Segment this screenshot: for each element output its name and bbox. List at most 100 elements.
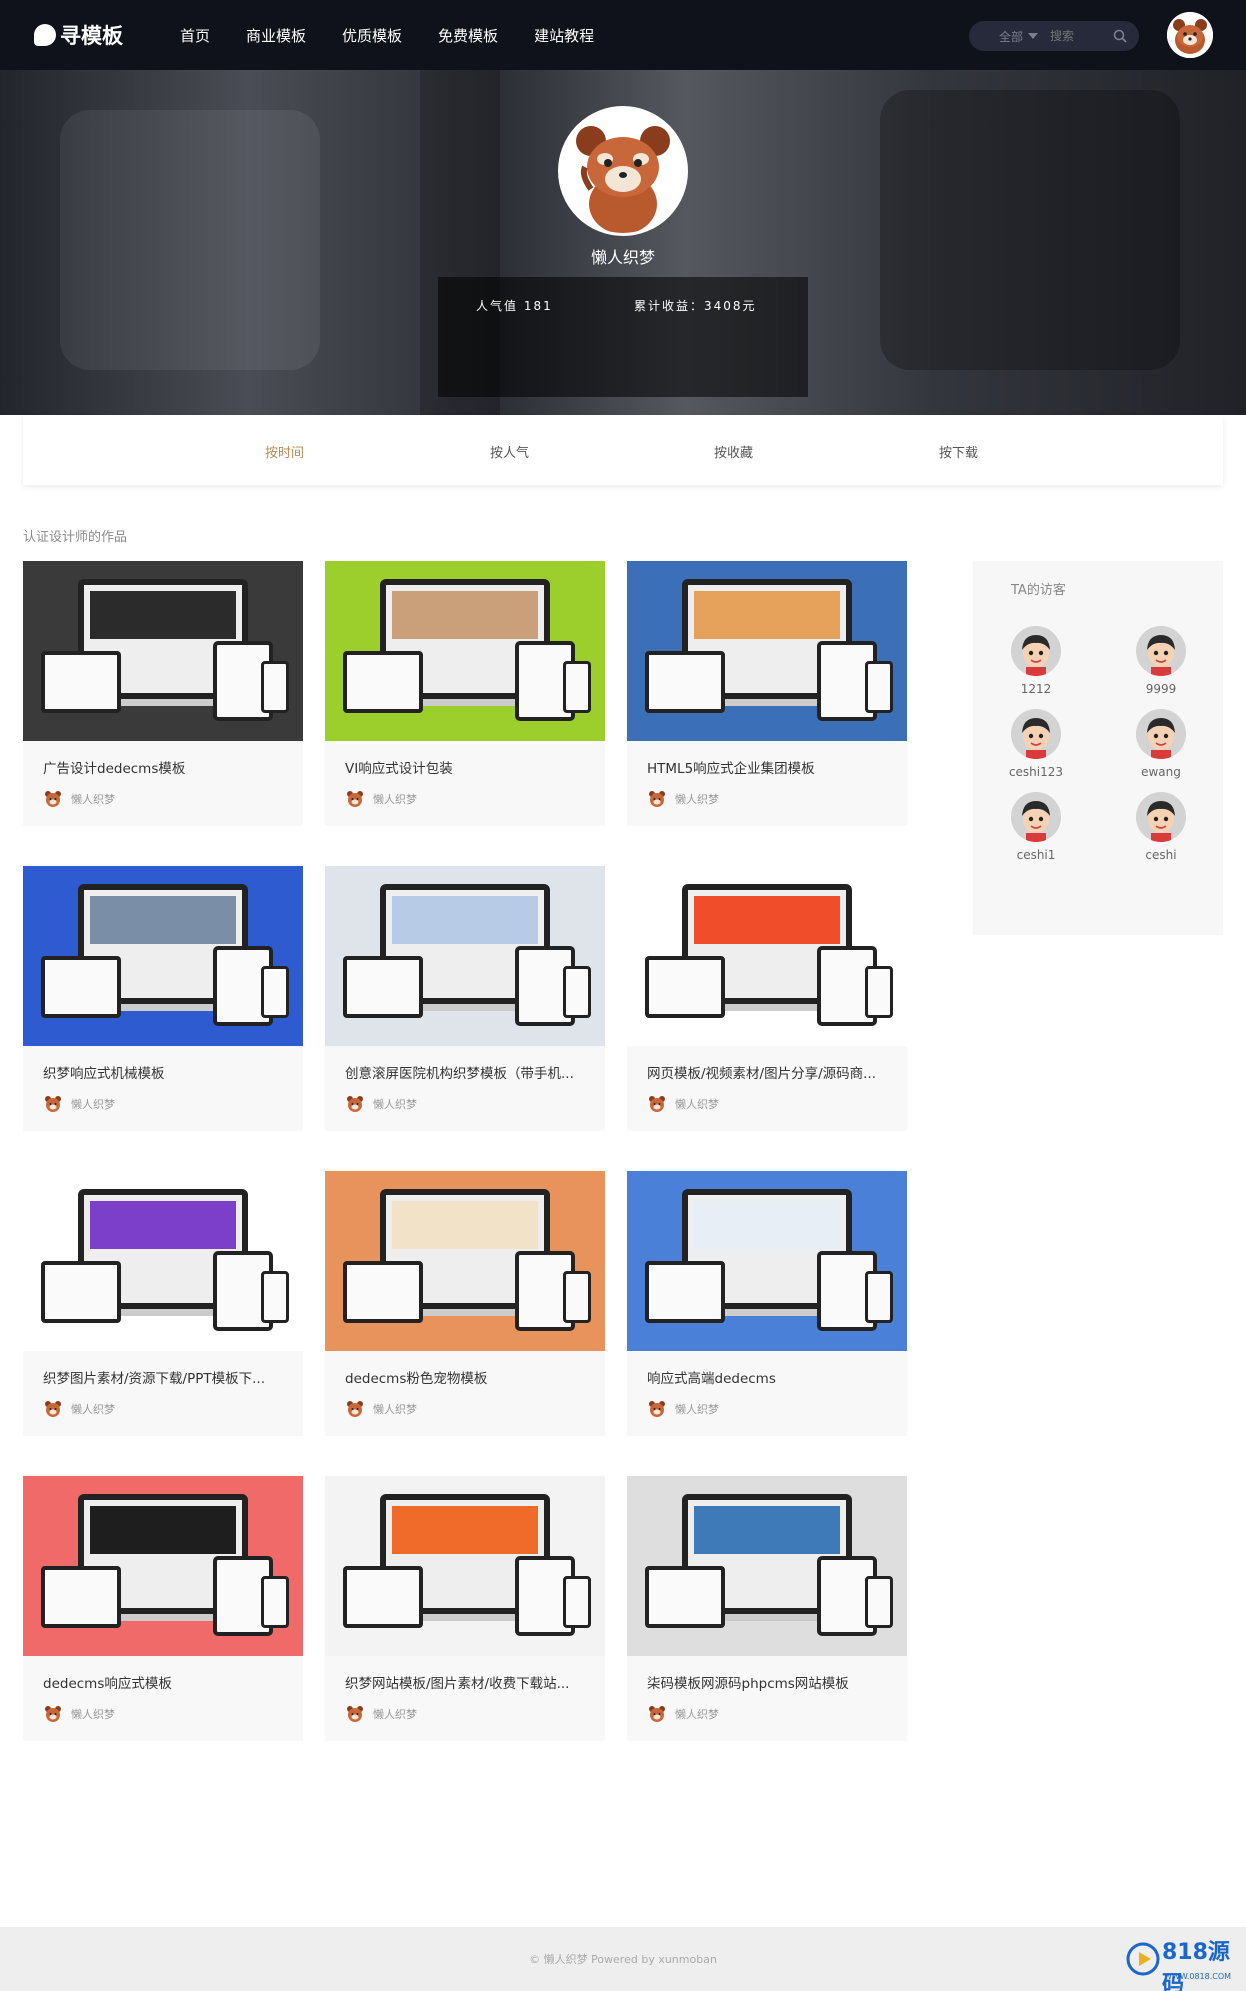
section-title: 认证设计师的作品 [23,530,128,545]
template-author[interactable]: 懒人织梦 [647,789,719,809]
nav-link-home[interactable]: 首页 [180,25,210,46]
template-card[interactable]: HTML5响应式企业集团模板懒人织梦 [627,561,907,826]
template-thumbnail[interactable] [325,1476,605,1656]
template-thumbnail[interactable] [325,1171,605,1351]
earnings-stat: 累计收益：3408元 [634,299,757,313]
template-author[interactable]: 懒人织梦 [647,1704,719,1724]
template-author[interactable]: 懒人织梦 [345,789,417,809]
template-card[interactable]: 响应式高端dedecms 懒人织梦 [627,1171,907,1436]
phone-mockup [563,661,591,713]
template-card[interactable]: 织梦网站模板/图片素材/收费下载站... 懒人织梦 [325,1476,605,1741]
template-author[interactable]: 懒人织梦 [43,1704,115,1724]
visitor-name[interactable]: ceshi1 [996,848,1076,862]
template-thumbnail[interactable] [23,1171,303,1351]
template-card[interactable]: 织梦图片素材/资源下载/PPT模板下... 懒人织梦 [23,1171,303,1436]
author-name: 懒人织梦 [675,1403,719,1416]
template-author[interactable]: 懒人织梦 [647,1094,719,1114]
phone-mockup [563,1271,591,1323]
template-author[interactable]: 懒人织梦 [345,1704,417,1724]
template-title[interactable]: VI响应式设计包装 [345,757,585,777]
template-thumbnail[interactable] [627,866,907,1046]
visitor-name[interactable]: 9999 [1121,682,1201,696]
template-title[interactable]: 创意滚屏医院机构织梦模板（带手机... [345,1062,585,1082]
user-avatar[interactable] [1167,12,1213,58]
popularity-stat: 人气值 181 [476,299,553,313]
cartoon-boy-avatar-icon [1011,709,1061,759]
template-thumbnail[interactable] [23,866,303,1046]
template-title[interactable]: 柒码模板网源码phpcms网站模板 [647,1672,887,1692]
search-category-select[interactable]: 全部 [999,28,1023,45]
phone-mockup [563,966,591,1018]
nav-link-free[interactable]: 免费模板 [438,25,498,46]
visitor-item[interactable]: ceshi [1121,792,1201,862]
template-card[interactable]: dedecms粉色宠物模板 懒人织梦 [325,1171,605,1436]
template-title[interactable]: dedecms响应式模板 [43,1672,283,1692]
template-card[interactable]: 柒码模板网源码phpcms网站模板 懒人织梦 [627,1476,907,1741]
template-thumbnail[interactable] [627,1476,907,1656]
template-thumbnail[interactable] [23,1476,303,1656]
visitor-item[interactable]: 9999 [1121,626,1201,696]
template-thumbnail[interactable] [325,561,605,741]
visitor-item[interactable]: ceshi1 [996,792,1076,862]
tab-sort-popularity[interactable]: 按人气 [490,442,529,461]
template-thumbnail[interactable] [627,1171,907,1351]
visitor-name[interactable]: ewang [1121,765,1201,779]
visitor-avatar[interactable] [1011,792,1061,842]
nav-link-commercial[interactable]: 商业模板 [246,25,306,46]
template-author[interactable]: 懒人织梦 [43,1094,115,1114]
tab-sort-downloads[interactable]: 按下载 [939,442,978,461]
visitor-name[interactable]: ceshi123 [996,765,1076,779]
tab-sort-time[interactable]: 按时间 [265,442,304,461]
template-card[interactable]: VI响应式设计包装 懒人织梦 [325,561,605,826]
visitor-avatar[interactable] [1136,792,1186,842]
author-name: 懒人织梦 [71,1098,115,1111]
nav-link-premium[interactable]: 优质模板 [342,25,402,46]
cartoon-boy-avatar-icon [1136,626,1186,676]
template-thumbnail[interactable] [325,866,605,1046]
template-author[interactable]: 懒人织梦 [345,1399,417,1419]
visitor-avatar[interactable] [1136,709,1186,759]
template-card[interactable]: 网页模板/视频素材/图片分享/源码商... 懒人织梦 [627,866,907,1131]
author-name: 懒人织梦 [675,793,719,806]
visitor-avatar[interactable] [1011,626,1061,676]
template-title[interactable]: HTML5响应式企业集团模板 [647,757,887,777]
visitor-avatar[interactable] [1136,626,1186,676]
visitor-item[interactable]: 1212 [996,626,1076,696]
template-title[interactable]: 网页模板/视频素材/图片分享/源码商... [647,1062,887,1082]
template-card[interactable]: 广告设计dedecms模板懒人织梦 [23,561,303,826]
phone-mockup [865,966,893,1018]
tab-sort-favorites[interactable]: 按收藏 [714,442,753,461]
template-card[interactable]: 创意滚屏医院机构织梦模板（带手机... 懒人织梦 [325,866,605,1131]
red-panda-avatar-icon [45,1401,61,1417]
template-author[interactable]: 懒人织梦 [43,1399,115,1419]
template-thumbnail[interactable] [627,561,907,741]
template-title[interactable]: 织梦图片素材/资源下载/PPT模板下... [43,1367,283,1387]
template-title[interactable]: 织梦网站模板/图片素材/收费下载站... [345,1672,585,1692]
visitor-name[interactable]: 1212 [996,682,1076,696]
site-logo[interactable]: 寻模板 [34,20,123,50]
search-icon[interactable] [1113,29,1127,43]
screen-banner [392,1201,538,1249]
screen-banner [90,591,236,639]
template-title[interactable]: 响应式高端dedecms [647,1367,887,1387]
tablet-mockup [41,1261,121,1323]
chevron-down-icon[interactable] [1028,33,1039,39]
nav-link-tutorials[interactable]: 建站教程 [534,25,594,46]
template-title[interactable]: 广告设计dedecms模板 [43,757,283,777]
visitor-item[interactable]: ceshi123 [996,709,1076,779]
template-card[interactable]: 织梦响应式机械模板懒人织梦 [23,866,303,1131]
phone-mockup [563,1576,591,1628]
template-author[interactable]: 懒人织梦 [43,789,115,809]
search-input[interactable] [1050,29,1101,43]
visitor-name[interactable]: ceshi [1121,848,1201,862]
author-name: 懒人织梦 [71,793,115,806]
visitor-item[interactable]: ewang [1121,709,1201,779]
template-title[interactable]: dedecms粉色宠物模板 [345,1367,585,1387]
template-author[interactable]: 懒人织梦 [345,1094,417,1114]
visitor-avatar[interactable] [1011,709,1061,759]
site-watermark: 818源码 WWW.0818.COM [1126,1934,1242,1991]
template-thumbnail[interactable] [23,561,303,741]
template-card[interactable]: dedecms响应式模板 懒人织梦 [23,1476,303,1741]
template-title[interactable]: 织梦响应式机械模板 [43,1062,283,1082]
template-author[interactable]: 懒人织梦 [647,1399,719,1419]
